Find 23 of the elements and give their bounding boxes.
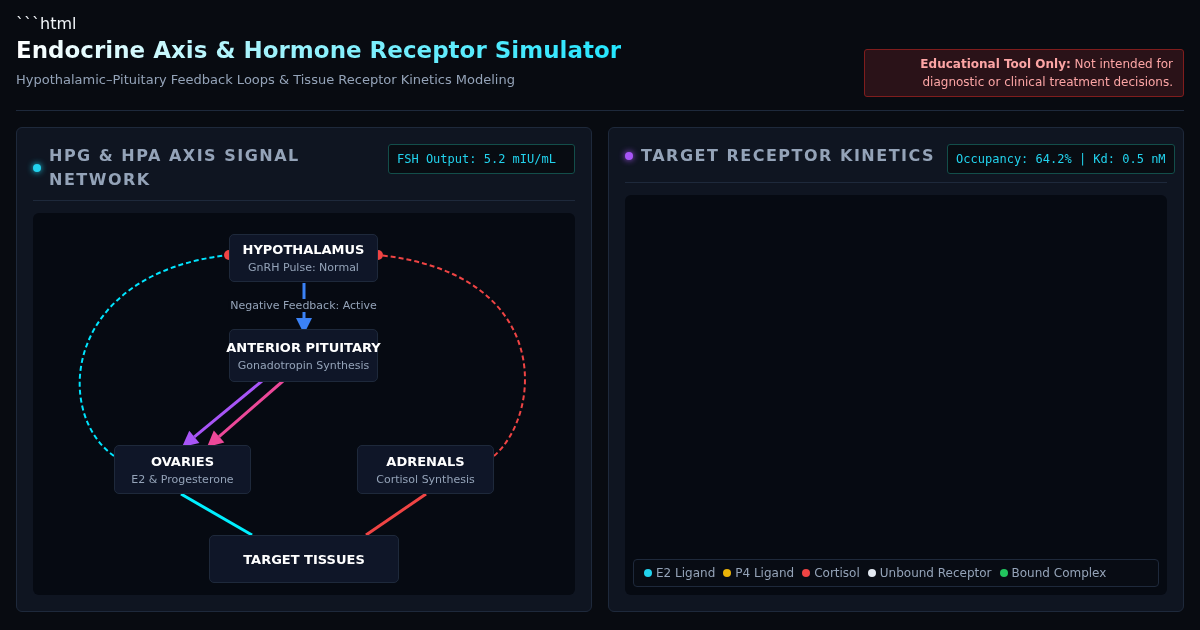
- legend-label: P4 Ligand: [735, 566, 795, 580]
- disclaimer-banner: Educational Tool Only: Not intended for diagnostic or clinical treatment decisions.: [864, 49, 1184, 97]
- code-fence-text: ```html: [16, 14, 78, 33]
- readout-badge: Occupancy: 64.2% | Kd: 0.5 nM: [947, 144, 1175, 174]
- node-subtitle: E2 & Progesterone: [131, 472, 234, 486]
- legend-label: Bound Complex: [1011, 566, 1107, 580]
- app-title: Endocrine Axis & Hormone Receptor Simulator: [16, 37, 622, 63]
- node-title: ADRENALS: [386, 453, 465, 469]
- node-title: TARGET TISSUES: [243, 551, 365, 567]
- node-title: OVARIES: [150, 453, 214, 469]
- panel-title: HPG & HPA AXIS SIGNAL NETWORK: [49, 145, 301, 191]
- legend-label: Cortisol: [814, 566, 860, 580]
- legend-label: E2 Ligand: [656, 566, 716, 580]
- node-title: ANTERIOR PITUITARY: [226, 339, 381, 355]
- node-subtitle: Cortisol Synthesis: [376, 472, 475, 486]
- app-subtitle: Hypothalamic–Pituitary Feedback Loops & Tissue Receptor Kinetics Modeling: [16, 72, 515, 87]
- legend-label: Unbound Receptor: [879, 566, 992, 580]
- node-title: HYPOTHALAMUS: [242, 242, 365, 257]
- panel-title: TARGET RECEPTOR KINETICS: [641, 145, 936, 167]
- readout-badge: FSH Output: 5.2 mIU/mL: [388, 144, 575, 174]
- node-subtitle: GnRH Pulse: Normal: [248, 261, 359, 274]
- feedback-label: Negative Feedback: Active: [228, 299, 379, 312]
- node-subtitle: Gonadotropin Synthesis: [237, 358, 370, 372]
